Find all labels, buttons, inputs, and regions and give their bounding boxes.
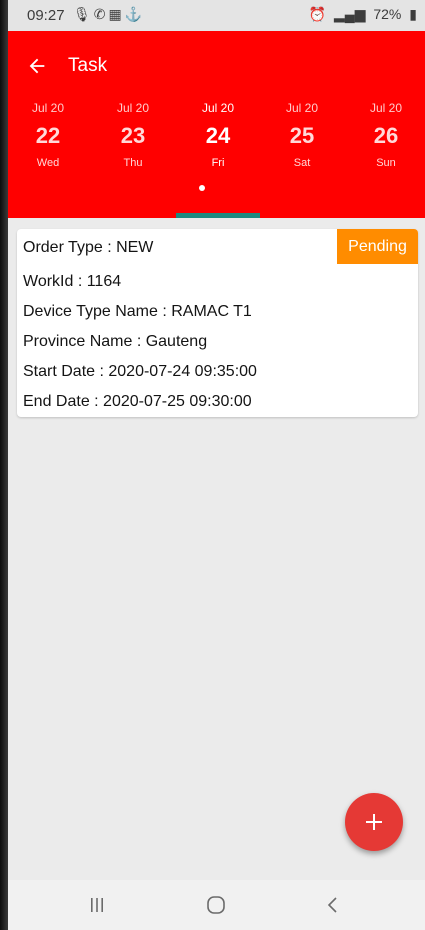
arrow-left-icon [29,58,45,74]
calendar-day-25[interactable]: Jul 20 25 Sat [267,101,337,169]
back-button[interactable] [20,49,54,83]
status-bar: 09:27 🎙✆▦⚓ ⏰ ▂▄▆ 72% ▮ [8,0,425,31]
work-id: WorkId : 1164 [23,273,122,290]
calendar-day-26[interactable]: Jul 20 26 Sun [351,101,421,169]
home-icon [207,896,225,914]
battery-icon: ▮ [409,6,417,22]
selected-tab-indicator [176,213,260,218]
alarm-icon: ⏰ [308,6,327,22]
status-time: 09:27 [27,7,65,24]
system-status: ⏰ ▂▄▆ 72% ▮ [305,6,417,23]
device-type-name: Device Type Name : RAMAC T1 [23,303,252,320]
add-task-button[interactable] [345,793,403,851]
system-nav-bar [8,880,425,930]
day-month: Jul 20 [201,101,235,115]
end-date: End Date : 2020-07-25 09:30:00 [23,393,252,410]
status-badge: Pending [337,229,418,264]
day-weekday: Fri [211,157,225,169]
phone-screen: 09:27 🎙✆▦⚓ ⏰ ▂▄▆ 72% ▮ Task Jul 20 22 We… [8,0,425,930]
day-weekday: Sat [293,157,311,169]
page-title: Task [68,55,108,76]
back-nav-button[interactable] [311,890,355,920]
battery-level: 72% [373,6,402,22]
day-weekday: Wed [36,157,60,169]
day-date: 24 [205,123,231,148]
calendar-day-22[interactable]: Jul 20 22 Wed [13,101,83,169]
home-button[interactable] [194,890,238,920]
recent-apps-icon [91,898,103,912]
device-frame-edge [0,0,8,930]
day-month: Jul 20 [285,101,319,115]
order-type: Order Type : NEW [23,239,154,256]
calendar-day-23[interactable]: Jul 20 23 Thu [98,101,168,169]
app-bar: Task Jul 20 22 Wed Jul 20 23 Thu Jul 20 … [8,31,425,218]
signal-icon: ▂▄▆ [334,6,366,22]
recent-apps-button[interactable] [75,890,119,920]
day-month: Jul 20 [116,101,150,115]
day-date: 25 [289,123,315,148]
day-weekday: Sun [376,157,396,169]
day-month: Jul 20 [31,101,65,115]
calendar-day-24-selected[interactable]: Jul 20 24 Fri [183,101,253,169]
day-month: Jul 20 [369,101,403,115]
day-date: 23 [120,123,146,148]
back-icon [327,897,337,913]
selected-day-dot [199,185,205,191]
province-name: Province Name : Gauteng [23,333,208,350]
notification-icons: 🎙✆▦⚓ [73,6,145,23]
usb-icon: ⚓ [124,6,146,22]
day-date: 22 [35,123,61,148]
start-date: Start Date : 2020-07-24 09:35:00 [23,363,257,380]
day-date: 26 [373,123,399,148]
day-weekday: Thu [123,157,143,169]
app-icon: ▦ [108,6,125,22]
plus-icon [366,814,382,830]
task-card[interactable]: Order Type : NEW Pending WorkId : 1164 D… [17,229,418,417]
mic-icon: 🎙 [73,6,94,22]
whatsapp-icon: ✆ [93,6,109,22]
